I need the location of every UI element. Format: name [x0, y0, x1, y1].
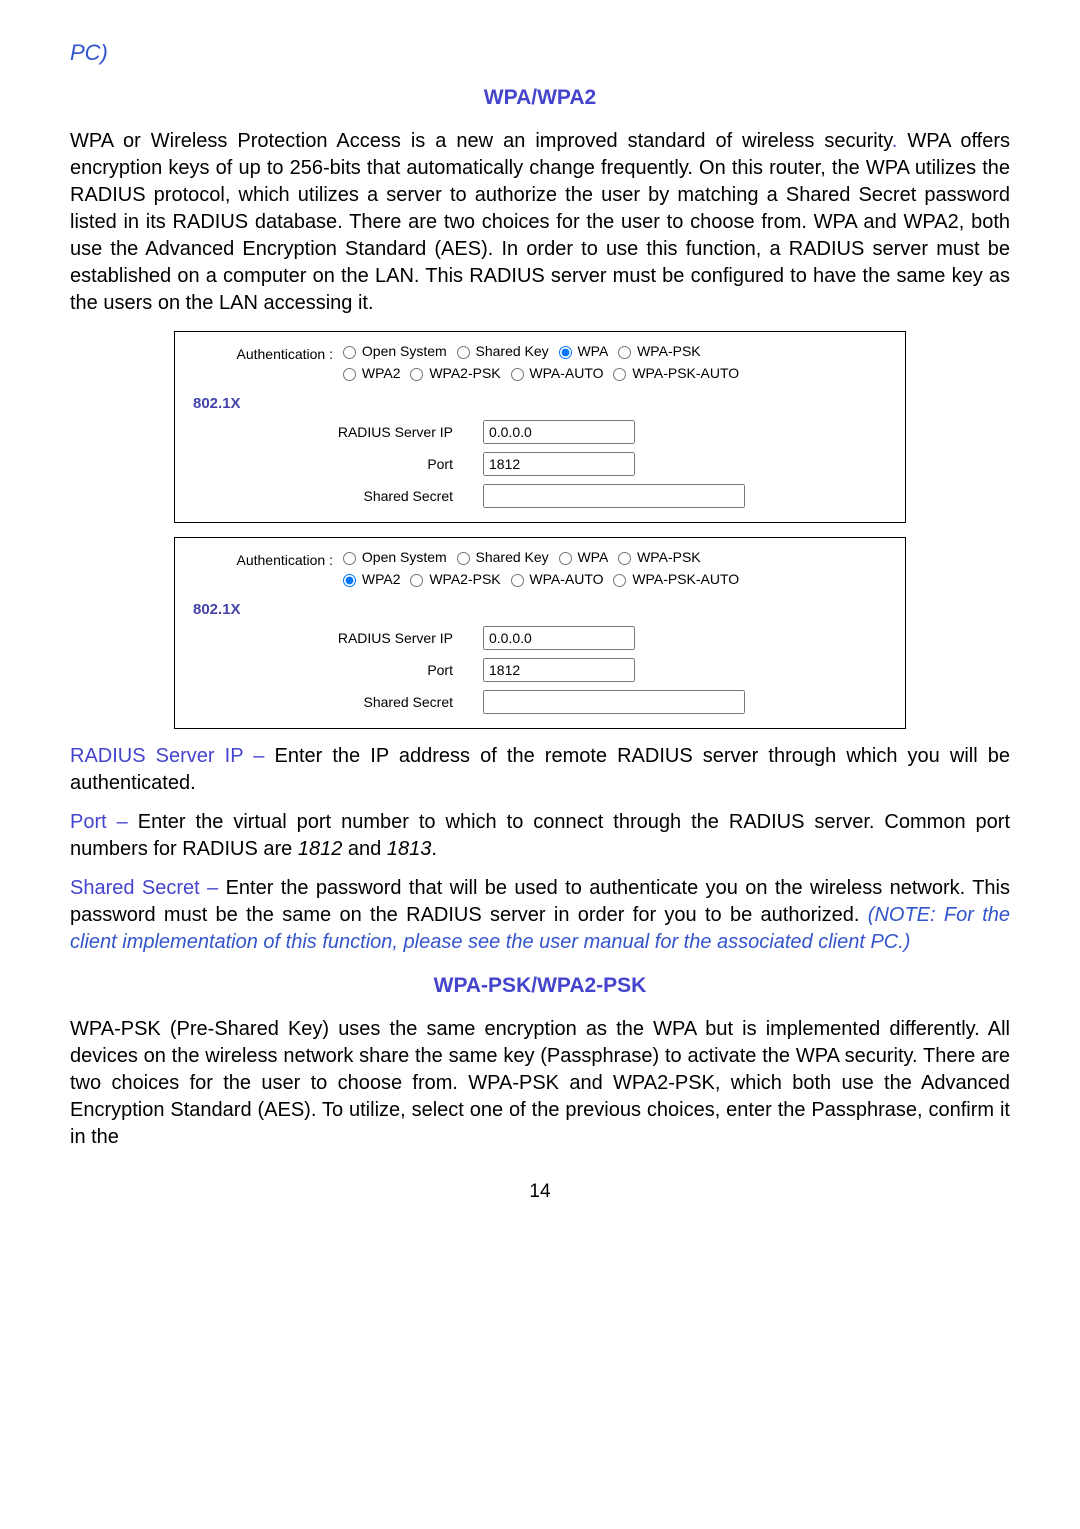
- radio-wpaauto[interactable]: [511, 368, 524, 381]
- radio-wpa2[interactable]: [343, 368, 356, 381]
- opt-wpapskauto-label: WPA-PSK-AUTO: [632, 571, 739, 587]
- opt-wpa2psk-label: WPA2-PSK: [429, 571, 500, 587]
- opt-wpapskauto-label: WPA-PSK-AUTO: [632, 365, 739, 381]
- radio-shared[interactable]: [457, 346, 470, 359]
- radio-wpapsk[interactable]: [618, 346, 631, 359]
- opt-wpa2psk-label: WPA2-PSK: [429, 365, 500, 381]
- radio-wpa2[interactable]: [343, 574, 356, 587]
- opt-wpa2[interactable]: WPA2: [343, 571, 401, 587]
- opt-wpapskauto[interactable]: WPA-PSK-AUTO: [613, 571, 739, 587]
- opt-open-label: Open System: [362, 549, 447, 565]
- opt-shared-label: Shared Key: [476, 343, 549, 359]
- secret-label: Shared Secret: [183, 694, 483, 710]
- opt-wpapsk-label: WPA-PSK: [637, 343, 701, 359]
- port-input[interactable]: [483, 658, 635, 682]
- secret-label: Shared Secret: [183, 488, 483, 504]
- radio-wpaauto[interactable]: [511, 574, 524, 587]
- opt-shared[interactable]: Shared Key: [457, 343, 549, 359]
- radius-ip-input[interactable]: [483, 626, 635, 650]
- port-term: Port –: [70, 811, 138, 833]
- radio-open[interactable]: [343, 552, 356, 565]
- port-desc-e: .: [431, 838, 437, 860]
- opt-wpa-label: WPA: [577, 549, 608, 565]
- psk-desc: WPA-PSK (Pre-Shared Key) uses the same e…: [70, 1016, 1010, 1151]
- radius-ip-term: RADIUS Server IP –: [70, 745, 274, 767]
- auth-form-wpa2: Authentication : Open System Shared Key …: [174, 537, 906, 729]
- wpa-wpa2-title: WPA/WPA2: [70, 86, 1010, 110]
- opt-wpa2psk[interactable]: WPA2-PSK: [410, 571, 500, 587]
- opt-open[interactable]: Open System: [343, 343, 447, 359]
- radio-wpapskauto[interactable]: [613, 368, 626, 381]
- port-desc-d: 1813: [387, 838, 432, 860]
- opt-wpa2-label: WPA2: [362, 571, 401, 587]
- radio-wpa[interactable]: [559, 346, 572, 359]
- port-desc-c: and: [342, 838, 386, 860]
- radius-ip-label: RADIUS Server IP: [183, 630, 483, 646]
- auth-form-wpa: Authentication : Open System Shared Key …: [174, 331, 906, 523]
- radio-shared[interactable]: [457, 552, 470, 565]
- intro-text-b: WPA offers encryption keys of up to 256-…: [70, 130, 1010, 314]
- wpapsk-title: WPA-PSK/WPA2-PSK: [70, 974, 1010, 998]
- opt-wpa2psk[interactable]: WPA2-PSK: [410, 365, 500, 381]
- radius-ip-input[interactable]: [483, 420, 635, 444]
- radio-wpapsk[interactable]: [618, 552, 631, 565]
- radio-wpapskauto[interactable]: [613, 574, 626, 587]
- secret-input[interactable]: [483, 484, 745, 508]
- port-desc-b: 1812: [298, 838, 343, 860]
- radius-ip-desc: RADIUS Server IP – Enter the IP address …: [70, 743, 1010, 797]
- 8021x-heading: 802.1X: [175, 597, 905, 622]
- opt-wpapsk-label: WPA-PSK: [637, 549, 701, 565]
- opt-wpapsk[interactable]: WPA-PSK: [618, 343, 700, 359]
- port-desc-a: Enter the virtual port number to which t…: [70, 811, 1010, 860]
- auth-label: Authentication :: [183, 546, 343, 568]
- auth-label: Authentication :: [183, 340, 343, 362]
- opt-wpa-label: WPA: [577, 343, 608, 359]
- port-label: Port: [183, 456, 483, 472]
- secret-desc: Shared Secret – Enter the password that …: [70, 875, 1010, 956]
- wpa-intro: WPA or Wireless Protection Access is a n…: [70, 128, 1010, 317]
- opt-wpapsk[interactable]: WPA-PSK: [618, 549, 700, 565]
- opt-wpaauto[interactable]: WPA-AUTO: [511, 571, 604, 587]
- secret-term: Shared Secret –: [70, 877, 226, 899]
- port-label: Port: [183, 662, 483, 678]
- opt-shared[interactable]: Shared Key: [457, 549, 549, 565]
- intro-text-a: WPA or Wireless Protection Access is a n…: [70, 130, 892, 152]
- opt-wpa[interactable]: WPA: [559, 549, 609, 565]
- opt-wpa2-label: WPA2: [362, 365, 401, 381]
- opt-open-label: Open System: [362, 343, 447, 359]
- radius-ip-label: RADIUS Server IP: [183, 424, 483, 440]
- page-number: 14: [70, 1181, 1010, 1203]
- header-fragment: PC): [70, 40, 1010, 66]
- port-input[interactable]: [483, 452, 635, 476]
- 8021x-heading: 802.1X: [175, 391, 905, 416]
- secret-input[interactable]: [483, 690, 745, 714]
- radio-open[interactable]: [343, 346, 356, 359]
- opt-wpa2[interactable]: WPA2: [343, 365, 401, 381]
- radio-wpa2psk[interactable]: [410, 368, 423, 381]
- opt-wpaauto[interactable]: WPA-AUTO: [511, 365, 604, 381]
- radio-wpa[interactable]: [559, 552, 572, 565]
- opt-wpa[interactable]: WPA: [559, 343, 609, 359]
- opt-open[interactable]: Open System: [343, 549, 447, 565]
- port-desc: Port – Enter the virtual port number to …: [70, 809, 1010, 863]
- opt-wpapskauto[interactable]: WPA-PSK-AUTO: [613, 365, 739, 381]
- opt-wpaauto-label: WPA-AUTO: [529, 571, 603, 587]
- auth-options: Open System Shared Key WPA WPA-PSK WPA2 …: [343, 546, 897, 591]
- opt-shared-label: Shared Key: [476, 549, 549, 565]
- auth-options: Open System Shared Key WPA WPA-PSK WPA2 …: [343, 340, 897, 385]
- radio-wpa2psk[interactable]: [410, 574, 423, 587]
- opt-wpaauto-label: WPA-AUTO: [529, 365, 603, 381]
